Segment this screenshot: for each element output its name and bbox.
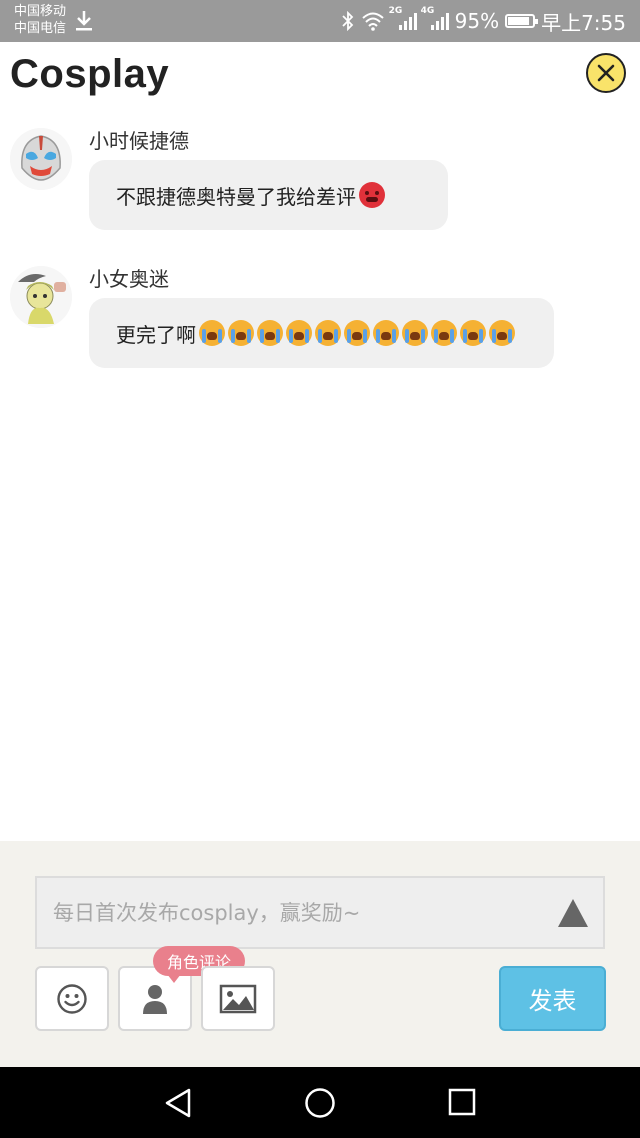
crying-face-icon — [228, 320, 254, 347]
page-title: Cosplay — [10, 52, 170, 96]
message-bubble[interactable]: 不跟捷德奥特曼了我给差评 — [89, 160, 448, 230]
status-bar: 中国移动 中国电信 2G 4G 95% 早上7:55 — [0, 0, 640, 42]
message-bubble[interactable]: 更完了啊 — [89, 298, 554, 368]
clock: 早上7:55 — [541, 10, 626, 35]
triangle-up-icon[interactable] — [557, 898, 589, 928]
message-text: 不跟捷德奥特曼了我给差评 — [116, 184, 356, 209]
home-icon[interactable] — [304, 1087, 336, 1119]
download-icon — [76, 11, 92, 31]
battery-percent: 95% — [454, 9, 500, 33]
battery-icon — [505, 14, 539, 28]
emoji-button[interactable] — [35, 966, 109, 1031]
bluetooth-icon — [341, 11, 353, 31]
avatar-image — [10, 266, 72, 328]
angry-face-icon — [359, 182, 385, 208]
signal-icon-sim1: 2G — [389, 6, 417, 30]
crying-face-icon — [257, 320, 283, 347]
crying-face-icon — [286, 320, 312, 347]
person-icon — [143, 984, 167, 1014]
avatar[interactable] — [10, 128, 72, 190]
avatar[interactable] — [10, 266, 72, 328]
crying-face-icon — [373, 320, 399, 347]
carrier-1: 中国移动 — [14, 4, 67, 19]
status-right: 2G 4G 95% 早上7:55 — [341, 0, 626, 42]
crying-face-icon — [344, 320, 370, 347]
emoji-row — [196, 320, 515, 347]
wifi-icon — [361, 12, 384, 31]
network-type-1: 2G — [388, 6, 403, 16]
crying-face-icon — [402, 320, 428, 347]
comment-input[interactable] — [37, 878, 537, 947]
navigation-bar — [0, 1067, 640, 1138]
image-icon — [219, 984, 257, 1013]
carrier-info: 中国移动 中国电信 — [14, 3, 66, 37]
username: 小女奥迷 — [89, 267, 169, 291]
signal-icon-sim2: 4G — [421, 6, 449, 30]
close-icon — [597, 64, 615, 82]
crying-face-icon — [315, 320, 341, 347]
crying-face-icon — [199, 320, 225, 347]
network-type-2: 4G — [420, 6, 435, 16]
close-button[interactable] — [586, 53, 626, 93]
composer-panel: 角色评论 发表 — [0, 841, 640, 1067]
avatar-image — [10, 128, 72, 190]
send-button[interactable]: 发表 — [499, 966, 606, 1031]
username: 小时候捷德 — [89, 129, 189, 153]
carrier-2: 中国电信 — [14, 21, 67, 36]
back-icon[interactable] — [163, 1087, 193, 1119]
recent-apps-icon[interactable] — [448, 1087, 476, 1117]
image-button[interactable] — [201, 966, 275, 1031]
comment-input-box[interactable] — [35, 876, 605, 949]
crying-face-icon — [489, 320, 515, 347]
battery-level — [508, 17, 529, 25]
smiley-icon — [57, 983, 87, 1014]
message-text: 更完了啊 — [116, 322, 196, 347]
crying-face-icon — [431, 320, 457, 347]
crying-face-icon — [460, 320, 486, 347]
